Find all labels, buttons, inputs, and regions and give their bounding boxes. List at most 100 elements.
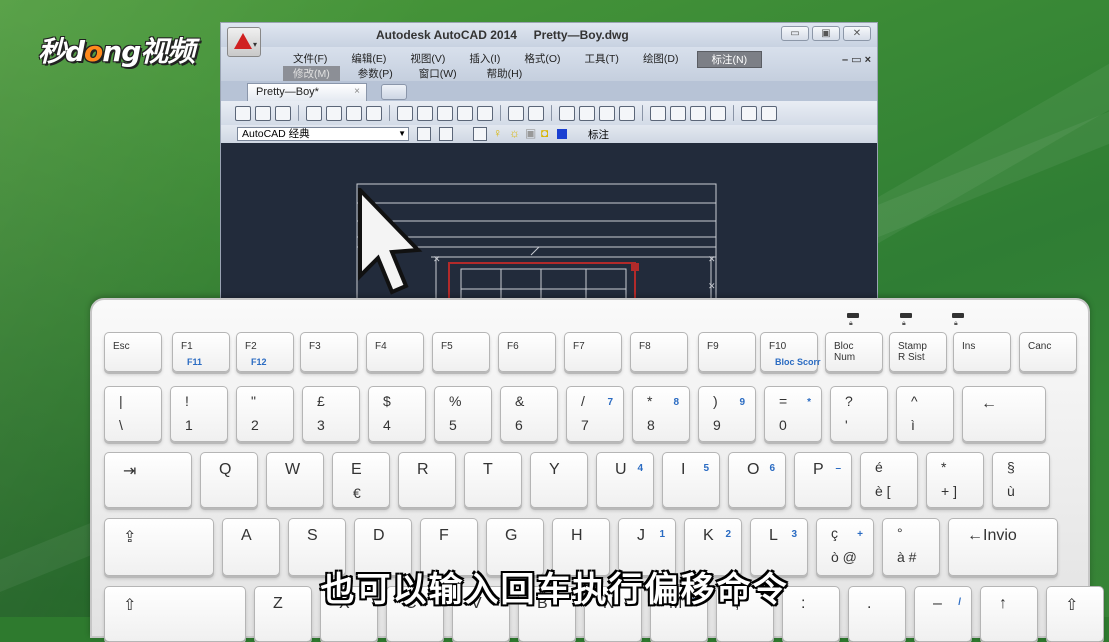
key-label: T bbox=[483, 461, 493, 478]
key-fn-0[interactable]: Esc bbox=[104, 332, 162, 372]
minimize-button[interactable]: ▭ bbox=[781, 26, 809, 41]
key-fn-3[interactable]: F3 bbox=[300, 332, 358, 372]
key-label-fn: 4 bbox=[637, 463, 643, 474]
print-icon[interactable] bbox=[306, 105, 322, 121]
key-num-12[interactable]: ^ ì bbox=[896, 386, 954, 442]
menu-window[interactable]: 窗口(W) bbox=[403, 66, 467, 81]
key-label-top: % bbox=[449, 393, 462, 409]
key-fn-9[interactable]: F9 bbox=[698, 332, 756, 372]
customize-icon[interactable] bbox=[439, 127, 453, 141]
cut-icon[interactable] bbox=[397, 105, 413, 121]
tool-palettes-icon[interactable] bbox=[690, 105, 706, 121]
calculator-icon[interactable] bbox=[761, 105, 777, 121]
key-num-8[interactable]: * 8 8 bbox=[632, 386, 690, 442]
key-label-alt: € bbox=[353, 485, 361, 501]
key-alpha-3[interactable]: E € bbox=[332, 452, 390, 508]
key-num-13[interactable]: ← bbox=[962, 386, 1046, 442]
key-fn-7[interactable]: F7 bbox=[564, 332, 622, 372]
key-alpha-10[interactable]: P – bbox=[794, 452, 852, 508]
menu-parameters[interactable]: 参数(P) bbox=[340, 66, 403, 81]
key-fn-2[interactable]: F2 F12 bbox=[236, 332, 294, 372]
key-alpha-4[interactable]: R bbox=[398, 452, 456, 508]
close-tab-icon[interactable]: × bbox=[354, 86, 360, 97]
zoom-window-icon[interactable] bbox=[599, 105, 615, 121]
key-alpha-2[interactable]: W bbox=[266, 452, 324, 508]
key-alpha-11[interactable]: é è [ bbox=[860, 452, 918, 508]
key-fn-4[interactable]: F4 bbox=[366, 332, 424, 372]
key-fn-1[interactable]: F1 F11 bbox=[172, 332, 230, 372]
lock-icon[interactable]: ◘ bbox=[541, 126, 548, 140]
copy-icon[interactable] bbox=[417, 105, 433, 121]
key-fn-10[interactable]: F10 Bloc Scorr bbox=[760, 332, 821, 372]
key-num-4[interactable]: $4 bbox=[368, 386, 426, 442]
key-alpha-9[interactable]: O6 bbox=[728, 452, 786, 508]
new-file-icon[interactable] bbox=[235, 105, 251, 121]
document-window-controls[interactable]: – ▭ × bbox=[842, 53, 871, 66]
zoom-realtime-icon[interactable] bbox=[579, 105, 595, 121]
sun-icon[interactable]: ☼ bbox=[509, 126, 520, 140]
drawing-canvas[interactable]: ✕ ✕ ✕ bbox=[221, 143, 877, 311]
key-num-1[interactable]: ! 1 bbox=[170, 386, 228, 442]
close-button[interactable]: ✕ bbox=[843, 26, 871, 41]
key-alpha-0[interactable]: ⇥ bbox=[104, 452, 192, 508]
key-fn-12[interactable]: Stamp R Sist bbox=[889, 332, 947, 372]
autocad-app-menu-button[interactable]: ▾ bbox=[227, 27, 261, 57]
design-center-icon[interactable] bbox=[670, 105, 686, 121]
menu-dimension[interactable]: 标注(N) bbox=[696, 51, 763, 68]
key-label-fn: Bloc Scorr bbox=[775, 357, 821, 367]
key-fn-6[interactable]: F6 bbox=[498, 332, 556, 372]
tab-pretty-boy[interactable]: Pretty—Boy* × bbox=[247, 83, 367, 101]
key-num-6[interactable]: & 6 bbox=[500, 386, 558, 442]
key-alpha-1[interactable]: Q bbox=[200, 452, 258, 508]
new-tab-button[interactable] bbox=[381, 84, 407, 100]
print-preview-icon[interactable] bbox=[326, 105, 342, 121]
save-icon[interactable] bbox=[275, 105, 291, 121]
key-alpha-13[interactable]: § ù bbox=[992, 452, 1050, 508]
redo-icon[interactable] bbox=[528, 105, 544, 121]
key-alpha-5[interactable]: T bbox=[464, 452, 522, 508]
key-label: R bbox=[417, 461, 429, 478]
key-alpha-7[interactable]: U4 bbox=[596, 452, 654, 508]
workspace-settings-icon[interactable] bbox=[417, 127, 431, 141]
undo-icon[interactable] bbox=[508, 105, 524, 121]
paste-icon[interactable] bbox=[437, 105, 453, 121]
layer-properties-icon[interactable] bbox=[473, 127, 487, 141]
num-lock-led bbox=[847, 313, 859, 318]
match-properties-icon[interactable] bbox=[457, 105, 473, 121]
key-alpha-8[interactable]: I5 bbox=[662, 452, 720, 508]
block-editor-icon[interactable] bbox=[477, 105, 493, 121]
publish-icon[interactable] bbox=[366, 105, 382, 121]
key-num-9[interactable]: ) 9 9 bbox=[698, 386, 756, 442]
workspace-dropdown[interactable]: AutoCAD 经典 ▼ bbox=[237, 127, 409, 141]
pan-icon[interactable] bbox=[559, 105, 575, 121]
maximize-button[interactable]: ▣ bbox=[812, 26, 840, 41]
key-label: H bbox=[571, 527, 583, 544]
lightbulb-icon[interactable]: ♀ bbox=[493, 126, 502, 140]
menu-tools[interactable]: 工具(T) bbox=[571, 51, 629, 68]
key-num-3[interactable]: £3 bbox=[302, 386, 360, 442]
viewport-freeze-icon[interactable]: ▣ bbox=[525, 126, 536, 140]
key-num-10[interactable]: = 0 * bbox=[764, 386, 822, 442]
key-num-7[interactable]: / 7 7 bbox=[566, 386, 624, 442]
menu-help[interactable]: 帮助(H) bbox=[467, 66, 533, 81]
plot-icon[interactable] bbox=[346, 105, 362, 121]
key-num-2[interactable]: " 2 bbox=[236, 386, 294, 442]
key-num-5[interactable]: % 5 bbox=[434, 386, 492, 442]
key-alpha-6[interactable]: Y bbox=[530, 452, 588, 508]
open-folder-icon[interactable] bbox=[255, 105, 271, 121]
key-label: Bloc Num bbox=[834, 341, 856, 363]
key-fn-5[interactable]: F5 bbox=[432, 332, 490, 372]
sheet-set-icon[interactable] bbox=[710, 105, 726, 121]
menu-draw[interactable]: 绘图(D) bbox=[629, 51, 689, 68]
markup-icon[interactable] bbox=[741, 105, 757, 121]
key-alpha-12[interactable]: * + ] bbox=[926, 452, 984, 508]
properties-icon[interactable] bbox=[650, 105, 666, 121]
key-fn-14[interactable]: Canc bbox=[1019, 332, 1077, 372]
zoom-previous-icon[interactable] bbox=[619, 105, 635, 121]
menu-modify[interactable]: 修改(M) bbox=[283, 66, 340, 81]
key-num-11[interactable]: ? ' bbox=[830, 386, 888, 442]
key-fn-8[interactable]: F8 bbox=[630, 332, 688, 372]
key-fn-13[interactable]: Ins bbox=[953, 332, 1011, 372]
key-fn-11[interactable]: Bloc Num bbox=[825, 332, 883, 372]
key-num-0[interactable]: | \ bbox=[104, 386, 162, 442]
